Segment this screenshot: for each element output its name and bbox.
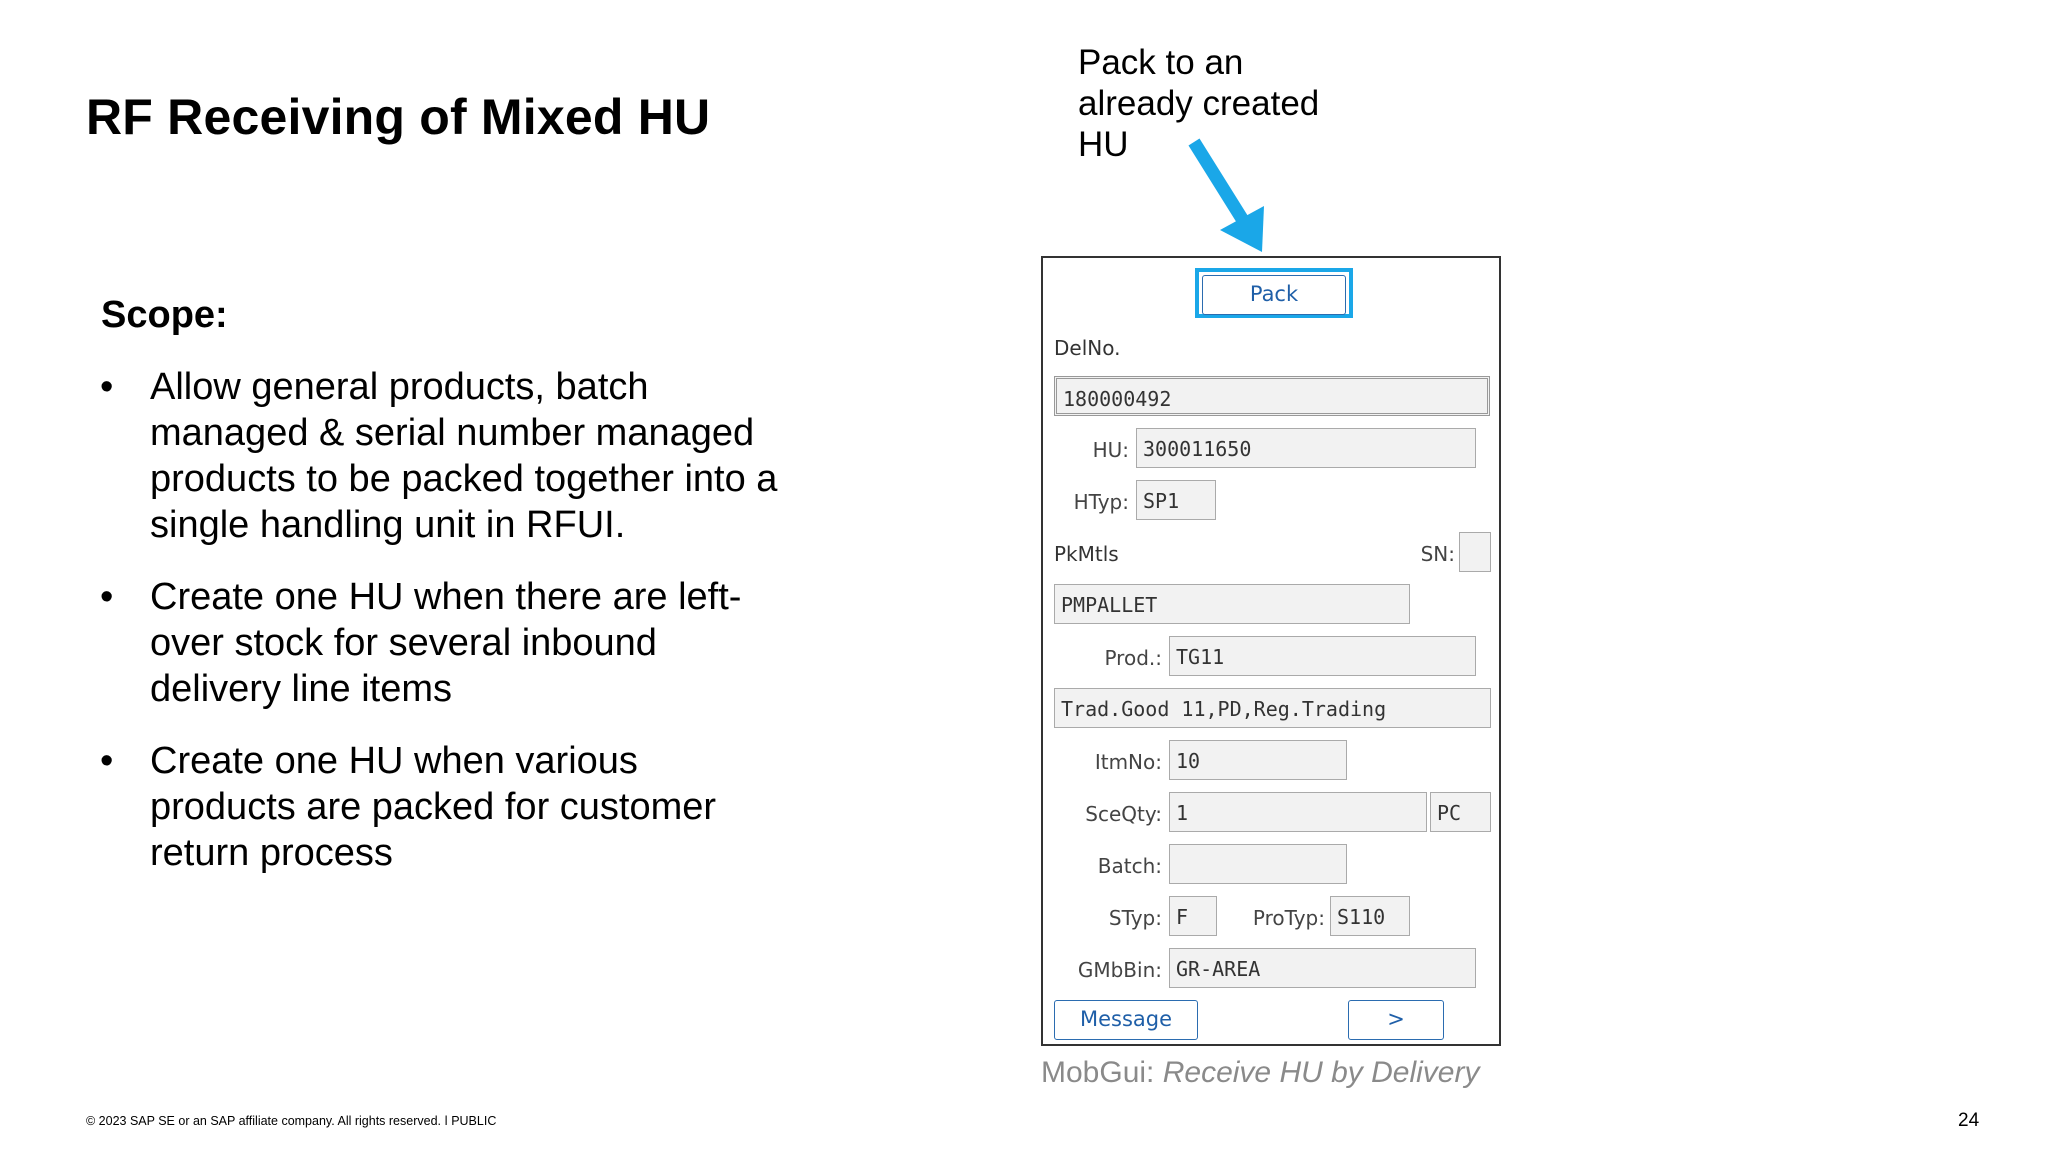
slide-title: RF Receiving of Mixed HU bbox=[86, 89, 711, 145]
batch-field[interactable] bbox=[1169, 844, 1347, 884]
footer-copyright: © 2023 SAP SE or an SAP affiliate compan… bbox=[86, 1114, 497, 1128]
bullet-item: • Create one HU when there are left-over… bbox=[100, 574, 780, 712]
prod-description-field: Trad.Good 11,PD,Reg.Trading bbox=[1054, 688, 1491, 728]
bullet-item: • Create one HU when various products ar… bbox=[100, 738, 780, 876]
message-button[interactable]: Message bbox=[1054, 1000, 1198, 1040]
gmbbin-label: GMbBin: bbox=[1077, 958, 1162, 982]
prod-field[interactable]: TG11 bbox=[1169, 636, 1476, 676]
sn-field[interactable] bbox=[1459, 532, 1491, 572]
bullet-dot: • bbox=[100, 366, 114, 408]
annotation-line: already created bbox=[1078, 84, 1320, 123]
caption-title: Receive HU by Delivery bbox=[1162, 1056, 1480, 1089]
htyp-label: HTyp: bbox=[1073, 490, 1129, 514]
bullet-text: Create one HU when there are left-over s… bbox=[150, 576, 742, 710]
sn-label: SN: bbox=[1420, 542, 1455, 566]
gmbbin-field[interactable]: GR-AREA bbox=[1169, 948, 1476, 988]
batch-label: Batch: bbox=[1097, 854, 1162, 878]
hu-label: HU: bbox=[1092, 438, 1129, 462]
bullet-text: Create one HU when various products are … bbox=[150, 740, 717, 874]
annotation-line: Pack to an bbox=[1078, 43, 1244, 82]
styp-label: STyp: bbox=[1108, 906, 1162, 930]
pkmtls-label: PkMtls bbox=[1054, 542, 1119, 566]
scope-bullet-list: • Allow general products, batch managed … bbox=[100, 364, 780, 902]
callout-arrow-icon bbox=[1188, 138, 1264, 252]
page-number: 24 bbox=[1958, 1110, 1980, 1131]
bullet-dot: • bbox=[100, 740, 114, 782]
protyp-field[interactable]: S110 bbox=[1330, 896, 1410, 936]
bullet-dot: • bbox=[100, 576, 114, 618]
itmno-label: ItmNo: bbox=[1094, 750, 1162, 774]
screen-caption: MobGui: Receive HU by Delivery bbox=[1041, 1056, 1479, 1090]
sceqty-label: SceQty: bbox=[1085, 802, 1162, 826]
prod-label: Prod.: bbox=[1104, 646, 1162, 670]
mobile-rf-screen: Pack DelNo. 180000492 HU: 300011650 HTyp… bbox=[1041, 256, 1501, 1046]
uom-field[interactable]: PC bbox=[1430, 792, 1491, 832]
sceqty-field[interactable]: 1 bbox=[1169, 792, 1427, 832]
pack-button[interactable]: Pack bbox=[1202, 275, 1346, 315]
scope-heading: Scope: bbox=[101, 294, 228, 336]
hu-field[interactable]: 300011650 bbox=[1136, 428, 1476, 468]
bullet-item: • Allow general products, batch managed … bbox=[100, 364, 780, 548]
htyp-field[interactable]: SP1 bbox=[1136, 480, 1216, 520]
itmno-field[interactable]: 10 bbox=[1169, 740, 1347, 780]
delno-field[interactable]: 180000492 bbox=[1054, 376, 1490, 416]
next-button[interactable]: > bbox=[1348, 1000, 1444, 1040]
styp-field[interactable]: F bbox=[1169, 896, 1217, 936]
protyp-label: ProTyp: bbox=[1252, 906, 1325, 930]
pkmtls-field[interactable]: PMPALLET bbox=[1054, 584, 1410, 624]
delno-label: DelNo. bbox=[1054, 336, 1121, 360]
caption-prefix: MobGui: bbox=[1041, 1056, 1163, 1089]
bullet-text: Allow general products, batch managed & … bbox=[150, 366, 778, 546]
